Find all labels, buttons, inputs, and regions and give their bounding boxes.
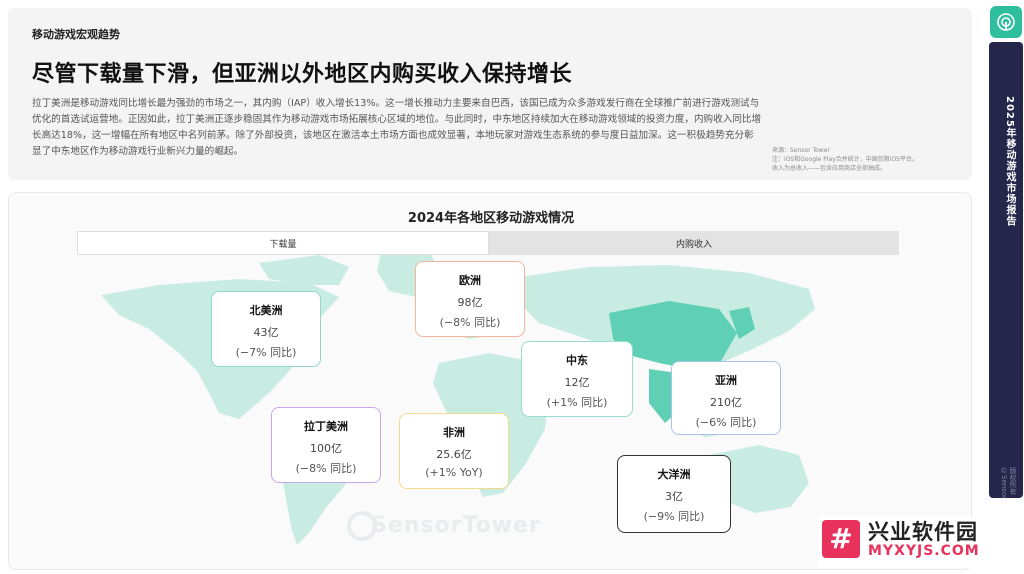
- intro-paragraph: 拉丁美洲是移动游戏同比增长最为强劲的市场之一，其内购（IAP）收入增长13%。这…: [32, 98, 762, 157]
- report-title: 2025年移动游戏市场报告: [1004, 96, 1015, 227]
- tab-label: 内购收入: [675, 239, 712, 250]
- region-change: (−9% 同比): [643, 510, 705, 523]
- page-title: 尽管下载量下滑，但亚洲以外地区内购买收入保持增长: [32, 62, 573, 87]
- region-change: (−8% 同比): [439, 316, 501, 329]
- report-page: 移动游戏宏观趋势 尽管下载量下滑，但亚洲以外地区内购买收入保持增长 拉丁美洲是移…: [0, 0, 1024, 574]
- region-value: 98亿: [457, 296, 483, 309]
- tab-label: 下载量: [269, 239, 297, 250]
- region-change: (+1% 同比): [546, 396, 608, 409]
- site-url: MYXYJS.COM: [868, 543, 980, 559]
- region-value: 100亿: [310, 442, 342, 455]
- region-name: 亚洲: [715, 374, 737, 387]
- site-name: 兴业软件园: [868, 520, 978, 544]
- region-change: (+1% YoY): [425, 466, 483, 479]
- copyright-text: 版权所有©Sensor: [1000, 467, 1017, 499]
- region-change: (−6% 同比): [695, 416, 757, 429]
- source-line: 来源：Sensor Tower: [772, 147, 830, 154]
- region-name: 大洋洲: [657, 468, 691, 481]
- region-card-asia[interactable]: 亚洲 210亿 (−6% 同比): [671, 361, 781, 435]
- section-label: 移动游戏宏观趋势: [32, 28, 120, 41]
- region-card-oceania[interactable]: 大洋洲 3亿 (−9% 同比): [617, 455, 731, 533]
- region-value: 43亿: [253, 326, 279, 339]
- map-card: 2024年各地区移动游戏情况 下载量 内购收入 SensorTower 北美洲 …: [8, 192, 972, 570]
- region-card-europe[interactable]: 欧洲 98亿 (−8% 同比): [415, 261, 525, 337]
- region-value: 210亿: [710, 396, 742, 409]
- region-name: 拉丁美洲: [304, 420, 348, 433]
- region-value: 3亿: [665, 490, 683, 503]
- source-line: 收入为总收入——包含应用商店全部抽成。: [772, 165, 887, 172]
- tab-iap-revenue[interactable]: 内购收入: [489, 231, 899, 255]
- sidebar-nav-bar[interactable]: 2025年移动游戏市场报告 版权所有©Sensor: [989, 42, 1023, 499]
- map-title: 2024年各地区移动游戏情况: [407, 211, 575, 226]
- region-name: 北美洲: [249, 304, 283, 317]
- region-value: 25.6亿: [436, 448, 472, 461]
- site-watermark-logo: # 兴业软件园 MYXYJS.COM: [818, 516, 1018, 568]
- hash-logo-icon: #: [822, 520, 860, 558]
- header-card: 移动游戏宏观趋势 尽管下载量下滑，但亚洲以外地区内购买收入保持增长 拉丁美洲是移…: [8, 8, 972, 180]
- sensor-tower-icon[interactable]: [990, 6, 1022, 38]
- sidebar: 2025年移动游戏市场报告 版权所有©Sensor: [984, 0, 1024, 574]
- region-change: (−7% 同比): [235, 346, 297, 359]
- region-card-africa[interactable]: 非洲 25.6亿 (+1% YoY): [399, 413, 509, 489]
- source-note: 来源：Sensor Tower 注：iOS和Google Play合并统计，中国…: [772, 146, 972, 173]
- region-value: 12亿: [564, 376, 590, 389]
- region-name: 中东: [566, 354, 588, 367]
- region-name: 非洲: [443, 426, 465, 439]
- region-card-middle-east[interactable]: 中东 12亿 (+1% 同比): [521, 341, 633, 417]
- region-card-latin-america[interactable]: 拉丁美洲 100亿 (−8% 同比): [271, 407, 381, 483]
- region-change: (−8% 同比): [295, 462, 357, 475]
- tab-downloads[interactable]: 下载量: [77, 231, 489, 255]
- region-card-north-america[interactable]: 北美洲 43亿 (−7% 同比): [211, 291, 321, 367]
- source-line: 注：iOS和Google Play合并统计，中国仅限iOS平台。: [772, 156, 918, 163]
- region-name: 欧洲: [459, 274, 481, 287]
- watermark: SensorTower: [371, 513, 541, 538]
- metric-tabs: 下载量 内购收入: [77, 231, 899, 255]
